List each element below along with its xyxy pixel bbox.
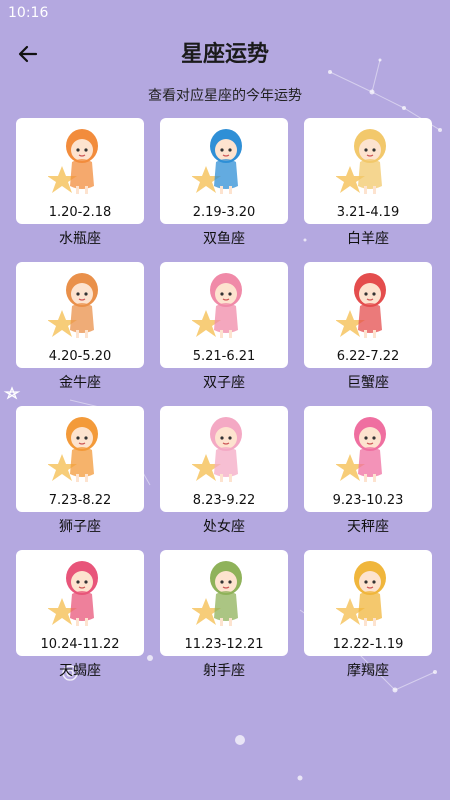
zodiac-card[interactable]: 11.23-12.21 bbox=[160, 550, 288, 656]
status-bar: 10:16 bbox=[0, 0, 450, 24]
pisces-illustration bbox=[192, 129, 242, 194]
leo-illustration bbox=[48, 417, 98, 482]
zodiac-date: 4.20-5.20 bbox=[48, 349, 112, 364]
aries-illustration bbox=[336, 129, 386, 194]
zodiac-item[interactable]: 1.20-2.18 水瓶座 bbox=[16, 118, 144, 262]
zodiac-item[interactable]: 6.22-7.22 巨蟹座 bbox=[304, 262, 432, 406]
zodiac-item[interactable]: 2.19-3.20 双鱼座 bbox=[160, 118, 288, 262]
zodiac-card[interactable]: 4.20-5.20 bbox=[16, 262, 144, 368]
libra-illustration bbox=[336, 417, 386, 482]
zodiac-card[interactable]: 9.23-10.23 bbox=[304, 406, 432, 512]
capricorn-illustration bbox=[336, 561, 386, 626]
zodiac-date: 8.23-9.22 bbox=[192, 493, 256, 508]
zodiac-date: 12.22-1.19 bbox=[332, 637, 404, 652]
zodiac-item[interactable]: 12.22-1.19 摩羯座 bbox=[304, 550, 432, 694]
zodiac-card[interactable]: 10.24-11.22 bbox=[16, 550, 144, 656]
zodiac-card[interactable]: 3.21-4.19 bbox=[304, 118, 432, 224]
taurus-illustration bbox=[48, 273, 98, 338]
zodiac-item[interactable]: 7.23-8.22 狮子座 bbox=[16, 406, 144, 550]
zodiac-card[interactable]: 12.22-1.19 bbox=[304, 550, 432, 656]
zodiac-item[interactable]: 3.21-4.19 白羊座 bbox=[304, 118, 432, 262]
zodiac-card[interactable]: 8.23-9.22 bbox=[160, 406, 288, 512]
sagittarius-illustration bbox=[192, 561, 242, 626]
zodiac-card[interactable]: 2.19-3.20 bbox=[160, 118, 288, 224]
zodiac-card[interactable]: 1.20-2.18 bbox=[16, 118, 144, 224]
zodiac-card[interactable]: 6.22-7.22 bbox=[304, 262, 432, 368]
zodiac-date: 5.21-6.21 bbox=[192, 349, 256, 364]
zodiac-grid: 1.20-2.18 水瓶座 2.19-3.20 双鱼座 3.21-4.19 白羊座 4.20… bbox=[16, 118, 432, 694]
gemini-illustration bbox=[192, 273, 242, 338]
scorpio-illustration bbox=[48, 561, 98, 626]
zodiac-date: 3.21-4.19 bbox=[336, 205, 400, 220]
zodiac-item[interactable]: 10.24-11.22 天蝎座 bbox=[16, 550, 144, 694]
zodiac-name: 狮子座 bbox=[59, 519, 101, 535]
zodiac-date: 11.23-12.21 bbox=[184, 637, 264, 652]
aquarius-illustration bbox=[48, 129, 98, 194]
zodiac-name: 水瓶座 bbox=[59, 231, 101, 247]
page-title: 星座运势 bbox=[180, 42, 269, 67]
zodiac-card[interactable]: 7.23-8.22 bbox=[16, 406, 144, 512]
zodiac-name: 摩羯座 bbox=[347, 663, 389, 679]
zodiac-name: 白羊座 bbox=[347, 231, 389, 247]
zodiac-name: 双鱼座 bbox=[203, 231, 245, 247]
status-time: 10:16 bbox=[8, 5, 49, 21]
zodiac-name: 巨蟹座 bbox=[347, 375, 389, 391]
zodiac-date: 6.22-7.22 bbox=[336, 349, 400, 364]
zodiac-item[interactable]: 4.20-5.20 金牛座 bbox=[16, 262, 144, 406]
virgo-illustration bbox=[192, 417, 242, 482]
zodiac-item[interactable]: 11.23-12.21 射手座 bbox=[160, 550, 288, 694]
zodiac-date: 10.24-11.22 bbox=[40, 637, 120, 652]
cancer-illustration bbox=[336, 273, 386, 338]
zodiac-date: 1.20-2.18 bbox=[48, 205, 112, 220]
zodiac-item[interactable]: 5.21-6.21 双子座 bbox=[160, 262, 288, 406]
zodiac-item[interactable]: 9.23-10.23 天秤座 bbox=[304, 406, 432, 550]
zodiac-name: 射手座 bbox=[203, 663, 245, 679]
zodiac-item[interactable]: 8.23-9.22 处女座 bbox=[160, 406, 288, 550]
zodiac-name: 金牛座 bbox=[59, 375, 101, 391]
zodiac-card[interactable]: 5.21-6.21 bbox=[160, 262, 288, 368]
zodiac-name: 处女座 bbox=[203, 519, 245, 535]
zodiac-name: 双子座 bbox=[203, 375, 245, 391]
zodiac-date: 2.19-3.20 bbox=[192, 205, 256, 220]
zodiac-name: 天蝎座 bbox=[59, 663, 101, 679]
zodiac-date: 7.23-8.22 bbox=[48, 493, 112, 508]
page-subtitle: 查看对应星座的今年运势 bbox=[148, 88, 302, 104]
zodiac-date: 9.23-10.23 bbox=[332, 493, 404, 508]
zodiac-name: 天秤座 bbox=[347, 519, 389, 535]
